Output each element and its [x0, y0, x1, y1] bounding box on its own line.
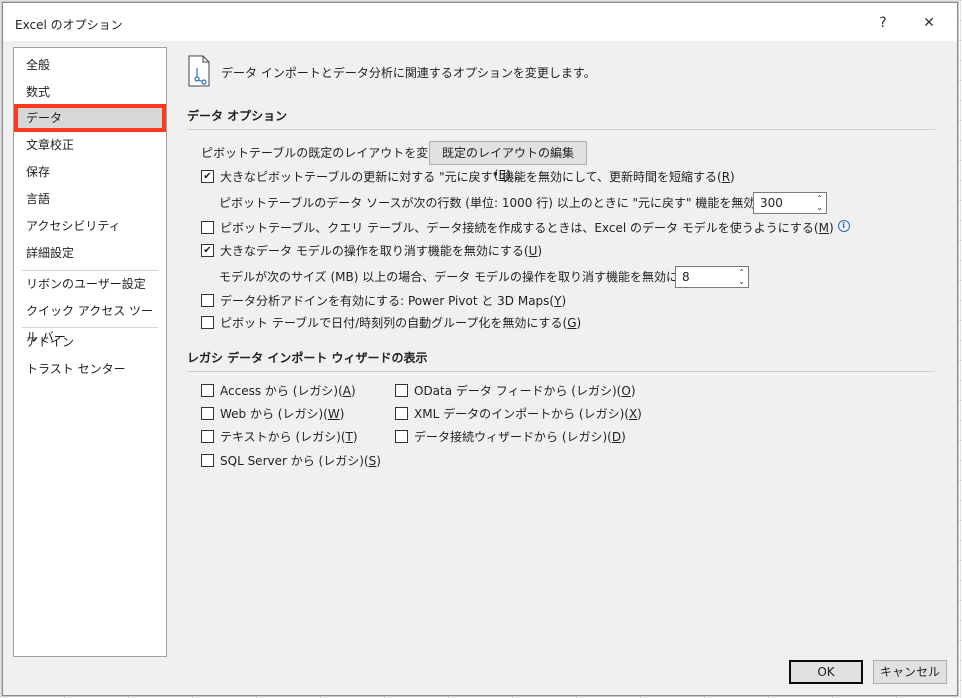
- checkbox-unchecked[interactable]: [201, 407, 214, 420]
- checkbox-unchecked[interactable]: [201, 454, 214, 467]
- document-chart-icon: [188, 55, 210, 87]
- spinner-arrows-icon[interactable]: ⌃ ⌄: [738, 268, 745, 286]
- legacy-web-option[interactable]: Web から (レガシ)(W): [201, 404, 344, 424]
- checkbox-unchecked[interactable]: [201, 384, 214, 397]
- option-use-data-model[interactable]: ピボットテーブル、クエリ テーブル、データ接続を作成するときは、Excel のデ…: [201, 218, 850, 238]
- checkbox-unchecked[interactable]: [201, 316, 214, 329]
- checkbox-checked[interactable]: [201, 244, 214, 257]
- legacy-odata-option[interactable]: OData データ フィードから (レガシ)(O): [395, 381, 636, 401]
- nav-item-add-ins[interactable]: アドイン: [15, 329, 165, 355]
- nav-item-customize-ribbon[interactable]: リボンのユーザー設定: [15, 271, 165, 297]
- checkbox-unchecked[interactable]: [201, 294, 214, 307]
- model-size-threshold-label: モデルが次のサイズ (MB) 以上の場合、データ モデルの操作を取り消す機能を無…: [219, 270, 722, 284]
- legacy-data-connection-option[interactable]: データ接続ウィザードから (レガシ)(D): [395, 427, 626, 447]
- info-icon[interactable]: i: [837, 219, 850, 232]
- nav-item-quick-access-toolbar[interactable]: クイック アクセス ツール バー: [15, 298, 165, 344]
- options-nav: 全般 数式 データ 文章校正 保存 言語 アクセシビリティ 詳細設定 リボンのユ…: [13, 47, 167, 657]
- nav-item-general[interactable]: 全般: [15, 52, 165, 78]
- checkbox-unchecked[interactable]: [395, 430, 408, 443]
- option-disable-date-grouping[interactable]: ピボット テーブルで日付/時刻列の自動グループ化を無効にする(G): [201, 313, 581, 333]
- dialog-title: Excel のオプション: [15, 18, 123, 32]
- close-button[interactable]: ✕: [909, 9, 949, 37]
- excel-options-dialog: Excel のオプション ? ✕ 全般 数式 データ 文章校正 保存 言語 アク…: [2, 2, 958, 696]
- header-description: データ インポートとデータ分析に関連するオプションを変更します。: [221, 66, 596, 80]
- section-divider: [187, 371, 935, 372]
- checkbox-checked[interactable]: [201, 170, 214, 183]
- section-divider: [187, 129, 935, 130]
- nav-item-data[interactable]: データ: [14, 104, 166, 132]
- edit-default-layout-button[interactable]: 既定のレイアウトの編集(E)...: [429, 141, 587, 182]
- option-disable-undo-data-model[interactable]: 大きなデータ モデルの操作を取り消す機能を無効にする(U): [201, 241, 542, 261]
- section-title-data-options: データ オプション: [187, 109, 288, 123]
- section-title-legacy-wizards: レガシ データ インポート ウィザードの表示: [187, 351, 428, 365]
- close-icon: ✕: [923, 15, 935, 31]
- option-enable-analysis-addins[interactable]: データ分析アドインを有効にする: Power Pivot と 3D Maps(Y…: [201, 291, 566, 311]
- ok-button[interactable]: OK: [789, 660, 863, 684]
- options-content: データ インポートとデータ分析に関連するオプションを変更します。 データ オプシ…: [175, 47, 945, 647]
- nav-item-trust-center[interactable]: トラスト センター: [15, 356, 165, 382]
- legacy-xml-option[interactable]: XML データのインポートから (レガシ)(X): [395, 404, 642, 424]
- nav-item-language[interactable]: 言語: [15, 186, 165, 212]
- option-disable-undo-pivot[interactable]: 大きなピボットテーブルの更新に対する "元に戻す" 機能を無効にして、更新時間を…: [201, 167, 735, 187]
- model-size-threshold-spinner[interactable]: 8 ⌃ ⌄: [675, 266, 749, 288]
- nav-item-formulas[interactable]: 数式: [15, 79, 165, 105]
- help-button[interactable]: ?: [863, 9, 903, 37]
- checkbox-unchecked[interactable]: [201, 221, 214, 234]
- spinner-arrows-icon[interactable]: ⌃ ⌄: [816, 194, 823, 212]
- title-bar: Excel のオプション ? ✕: [3, 3, 957, 41]
- checkbox-unchecked[interactable]: [395, 384, 408, 397]
- nav-item-proofing[interactable]: 文章校正: [15, 132, 165, 158]
- cancel-button[interactable]: キャンセル: [873, 660, 947, 684]
- checkbox-unchecked[interactable]: [395, 407, 408, 420]
- nav-divider: [22, 327, 158, 328]
- pivot-rows-threshold-spinner[interactable]: 300 ⌃ ⌄: [753, 192, 827, 214]
- legacy-text-option[interactable]: テキストから (レガシ)(T): [201, 427, 358, 447]
- nav-item-advanced[interactable]: 詳細設定: [15, 240, 165, 266]
- legacy-access-option[interactable]: Access から (レガシ)(A): [201, 381, 356, 401]
- checkbox-unchecked[interactable]: [201, 430, 214, 443]
- pivot-rows-threshold-label: ピボットテーブルのデータ ソースが次の行数 (単位: 1000 行) 以上のとき…: [219, 196, 814, 210]
- legacy-sql-server-option[interactable]: SQL Server から (レガシ)(S): [201, 451, 381, 471]
- nav-item-accessibility[interactable]: アクセシビリティ: [15, 213, 165, 239]
- nav-item-save[interactable]: 保存: [15, 159, 165, 185]
